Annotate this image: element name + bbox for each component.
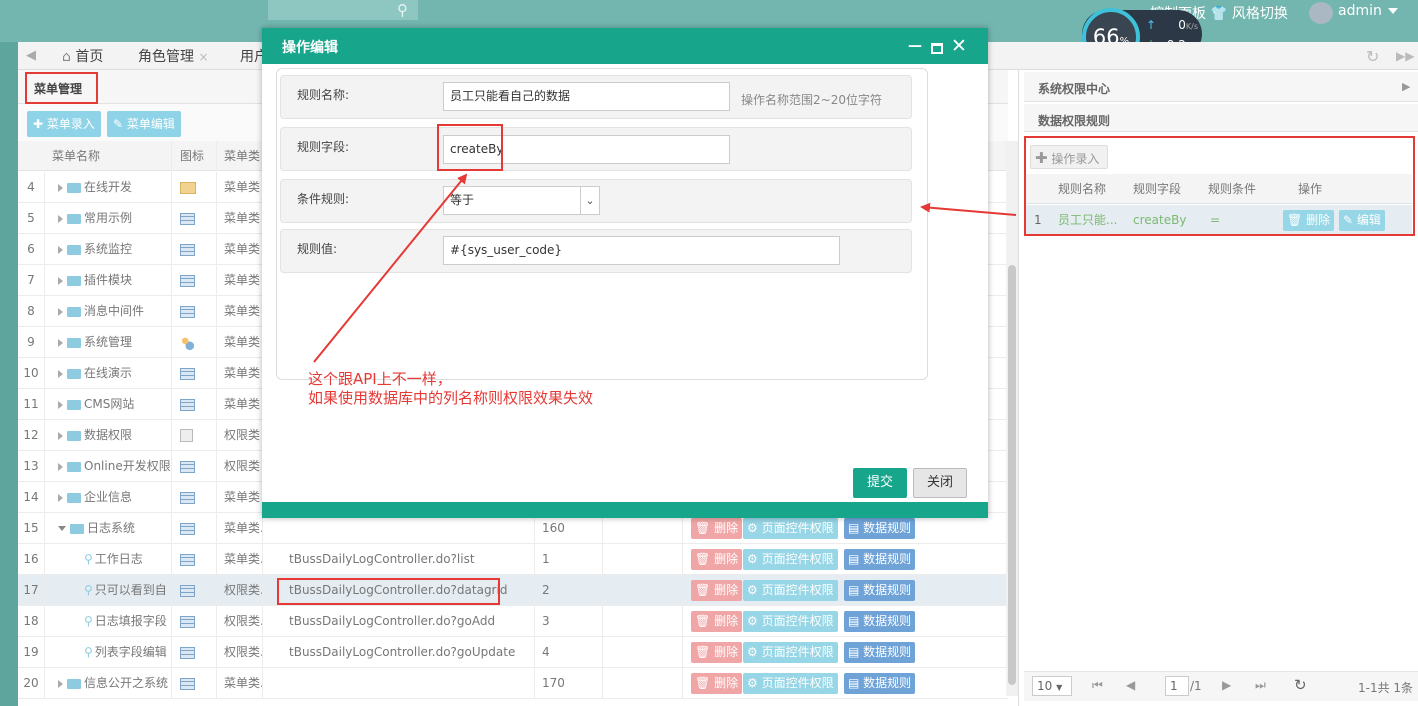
annotation-line-2: 如果使用数据库中的列名称则权限效果失效 bbox=[308, 389, 594, 407]
annotation-arrow-rule bbox=[920, 202, 1017, 216]
annotation-arrow-field bbox=[313, 173, 468, 363]
annotation-arrows bbox=[313, 173, 1017, 363]
annotation-line-1: 这个跟API上不一样， bbox=[308, 370, 452, 388]
annotation-note: 这个跟API上不一样， 如果使用数据库中的列名称则权限效果失效 bbox=[308, 370, 593, 408]
